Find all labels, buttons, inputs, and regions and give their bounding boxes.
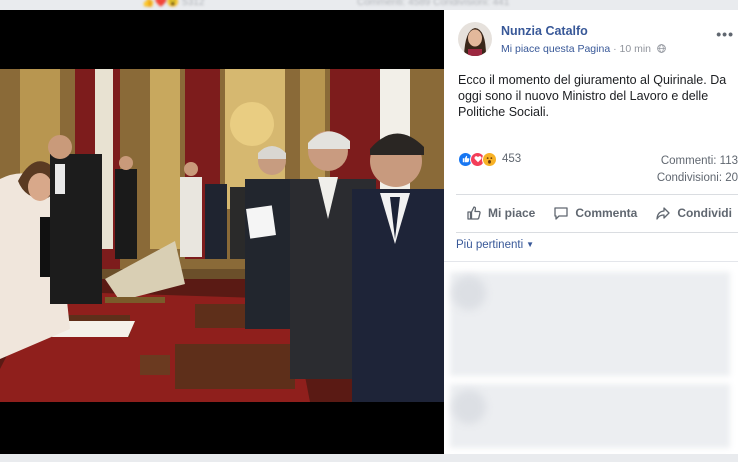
comment-icon	[554, 207, 568, 220]
divider	[456, 194, 738, 195]
background-reaction-count: 👍❤️😮 5312	[142, 0, 205, 8]
more-options-icon[interactable]: •••	[716, 26, 734, 42]
blurred-comment	[450, 384, 730, 448]
post-side-panel: Nunzia Catalfo Mi piace questa Pagina · …	[444, 10, 738, 454]
divider	[444, 261, 738, 262]
post-header: Nunzia Catalfo Mi piace questa Pagina · …	[458, 20, 738, 60]
wow-reaction-icon	[482, 151, 497, 167]
thumbs-up-icon	[467, 206, 481, 220]
post-stats: Commenti: 113 Condivisioni: 20	[657, 153, 738, 187]
post-actions: Mi piace Commenta Condividi	[456, 198, 738, 228]
comment-button[interactable]: Commenta	[553, 205, 637, 221]
swearing-in-photo	[0, 69, 444, 402]
post-timestamp[interactable]: 10 min	[620, 43, 652, 55]
post-text: Ecco il momento del giuramento al Quirin…	[458, 73, 727, 119]
share-button-label: Condividi	[677, 206, 732, 220]
blurred-avatar	[452, 390, 486, 424]
share-button[interactable]: Condividi	[655, 205, 732, 221]
blurred-comment	[450, 272, 730, 376]
photo-viewer	[0, 10, 444, 454]
author-avatar[interactable]	[458, 22, 492, 56]
meta-separator: ·	[613, 43, 617, 55]
post-meta: Mi piace questa Pagina · 10 min	[501, 43, 666, 55]
comment-button-label: Commenta	[575, 206, 638, 220]
like-button[interactable]: Mi piace	[466, 205, 535, 221]
post-photo[interactable]	[0, 69, 444, 402]
background-feed-strip	[0, 454, 738, 462]
background-feed-strip: 👍❤️😮 5312 Commenti: 4589 Condivisioni: 4…	[0, 0, 738, 10]
public-globe-icon	[657, 44, 666, 53]
divider	[456, 232, 738, 233]
comments-sort-dropdown[interactable]: Più pertinenti ▼	[456, 239, 534, 251]
like-button-label: Mi piace	[488, 206, 536, 220]
reaction-count: 453	[502, 153, 522, 165]
reactions-summary[interactable]: 453	[458, 150, 521, 168]
comments-count[interactable]: Commenti: 113	[657, 153, 738, 170]
comments-sort-label: Più pertinenti	[456, 239, 524, 251]
blurred-avatar	[452, 276, 486, 310]
shares-count[interactable]: Condivisioni: 20	[657, 170, 738, 187]
caret-down-icon: ▼	[526, 240, 535, 249]
author-name[interactable]: Nunzia Catalfo	[501, 24, 588, 38]
share-icon	[656, 207, 670, 220]
background-stats: Commenti: 4589 Condivisioni: 441	[357, 0, 510, 8]
like-page-link[interactable]: Mi piace questa Pagina	[501, 43, 610, 55]
